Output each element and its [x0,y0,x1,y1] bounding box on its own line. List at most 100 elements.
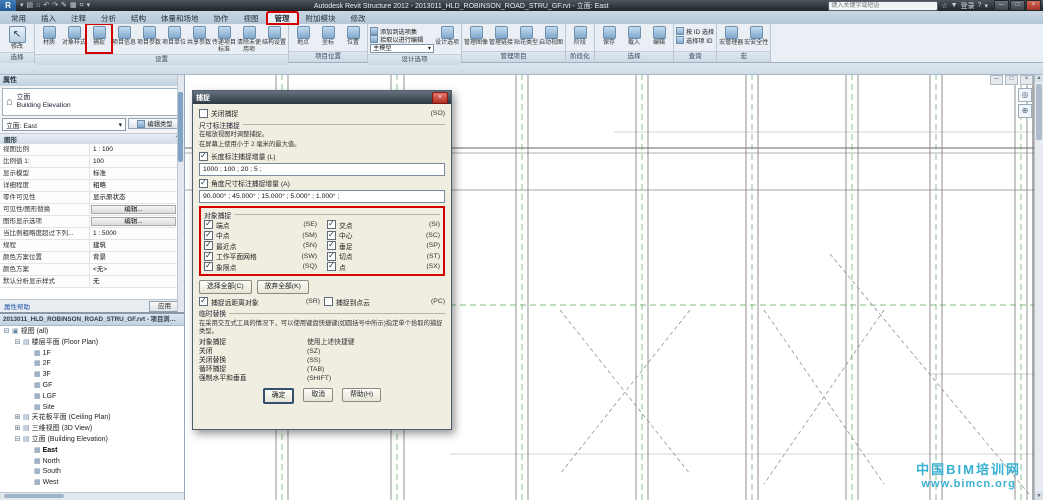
qat-icon[interactable]: ▾ [87,0,91,11]
tree-expander-icon[interactable]: ⊞ [14,424,21,435]
object-snap-option[interactable]: 象限点 (SQ) [204,262,317,272]
macro-button[interactable]: 宏管理器 [719,25,743,47]
tree-item[interactable]: ▦ North [0,457,184,468]
dialog-close-icon[interactable]: × [432,92,448,104]
scroll-up-icon[interactable]: ▲ [1035,74,1043,82]
view-minimize-button[interactable]: ─ [990,75,1003,85]
cancel-button[interactable]: 取消 [303,388,333,402]
type-selector[interactable]: ⌂ 立面 Building Elevation [2,88,182,116]
apply-button[interactable]: 应用 [149,301,180,312]
object-snap-option[interactable]: 最近点 (SN) [204,241,317,251]
help-button[interactable]: 帮助(H) [342,388,381,402]
ribbon-location-button[interactable]: 地点 [291,25,315,47]
revit-logo[interactable]: R [0,0,16,11]
tree-item[interactable]: ▦ Site [0,403,184,414]
tree-item[interactable]: ▦ East [0,446,184,457]
ribbon-settings-button[interactable]: 对象样式 [62,25,86,47]
ribbon-manage-button[interactable]: 管理图像 [464,25,488,47]
object-snap-option[interactable]: 端点 (SE) [204,220,317,230]
edit-type-button[interactable]: 编辑类型 [128,118,182,129]
qat-icon[interactable]: ⌂ [36,0,40,11]
view-restore-button[interactable]: □ [1005,75,1018,85]
panel-label-inquiry[interactable]: 查询 [674,51,716,62]
inquiry-row-button[interactable]: 选择项 ID [676,36,714,44]
object-snap-checkbox[interactable] [204,262,213,271]
snaps-off-checkbox[interactable] [199,109,208,118]
property-row[interactable]: 图形显示选项 编辑... [0,216,184,228]
panel-label-select[interactable]: 选择 [0,52,34,63]
modify-button[interactable]: ↖ 修改 [2,25,32,51]
ribbon-location-button[interactable]: 位置 [341,25,365,47]
scrollbar-thumb[interactable] [1036,84,1042,140]
qat-icon[interactable]: ↷ [52,0,58,11]
object-snap-option[interactable]: 点 (SX) [327,262,440,272]
help-search-input[interactable] [828,1,938,11]
ribbon-tab[interactable]: 结构 [124,13,153,24]
panel-label-manage-project[interactable]: 管理项目 [462,51,565,62]
property-row[interactable]: 规程 建筑 [0,240,184,252]
object-snap-option[interactable]: 中心 (SC) [327,231,440,241]
ribbon-tab[interactable]: 体量和场地 [154,13,206,24]
help-caret-icon[interactable]: ▾ [984,2,988,10]
phasing-button[interactable]: 阶段 [568,25,592,47]
properties-scrollbar[interactable] [177,74,184,312]
browser-scrollbar-thumb[interactable] [4,494,64,498]
ribbon-settings-button[interactable]: 共享参数 [187,25,211,47]
panel-label-settings[interactable]: 设置 [35,54,288,65]
ribbon-tab[interactable]: 视图 [237,13,266,24]
property-row[interactable]: 默认分析显示样式 无 [0,276,184,288]
tree-item[interactable]: ▦ 1F [0,349,184,360]
property-row[interactable]: 显示模型 标准 [0,168,184,180]
snap-remote-objects[interactable]: 捕捉远距离对象 (SR) [199,297,320,307]
communication-center-icon[interactable]: ▼ [951,2,958,9]
check-all-button[interactable]: 选择全部(C) [199,280,252,294]
project-browser-title[interactable]: 2013011_HLD_ROBINSON_ROAD_STRU_GF.rvt - … [0,314,184,326]
tree-item[interactable]: ▦ LGF [0,392,184,403]
help-icon[interactable]: ? [978,2,982,9]
tree-item[interactable]: ⊟ ▤ 立面 (Building Elevation) [0,435,184,446]
panel-label-phasing[interactable]: 阶段化 [566,51,594,62]
properties-scrollbar-thumb[interactable] [178,92,183,162]
object-snap-checkbox[interactable] [204,220,213,229]
ribbon-settings-button[interactable]: 项目单位 [162,25,186,47]
qat-icon[interactable]: ↶ [43,0,49,11]
zoom-icon[interactable]: ⊕ [1018,104,1032,118]
tree-expander-icon[interactable]: ⊟ [3,327,10,338]
length-snap-row[interactable]: 长度标注捕捉增量 (L) [199,151,445,161]
tree-expander-icon[interactable]: ⊞ [14,413,21,424]
steering-wheel-icon[interactable]: ◎ [1018,88,1032,102]
object-snap-checkbox[interactable] [204,241,213,250]
length-snap-checkbox[interactable] [199,152,208,161]
ribbon-manage-button[interactable]: 启动视图 [539,25,563,47]
tree-expander-icon[interactable]: ⊟ [14,338,21,349]
ribbon-settings-button[interactable]: 传递项目标准 [212,25,236,53]
ribbon-tab[interactable]: 管理 [267,12,298,24]
property-row[interactable]: 比例值 1: 100 [0,156,184,168]
property-row[interactable]: 颜色方案 <无> [0,264,184,276]
ribbon-tab[interactable]: 常用 [4,13,33,24]
property-row[interactable]: 详细程度 粗略 [0,180,184,192]
object-snap-checkbox[interactable] [327,262,336,271]
property-row[interactable]: 可见性/图形替换 编辑... [0,204,184,216]
snap-remote-checkbox[interactable] [199,297,208,306]
signin-label[interactable]: 登录 [961,1,975,11]
tree-item[interactable]: ▦ 3F [0,370,184,381]
object-snap-option[interactable]: 切点 (ST) [327,252,440,262]
properties-help-link[interactable]: 属性帮助 [4,301,30,311]
ribbon-tab[interactable]: 分析 [94,13,123,24]
object-snap-option[interactable]: 交点 (SI) [327,220,440,230]
object-snap-checkbox[interactable] [327,220,336,229]
maximize-button[interactable]: □ [1010,0,1025,11]
close-button[interactable]: × [1026,0,1041,11]
property-row[interactable]: 颜色方案位置 背景 [0,252,184,264]
ribbon-settings-button[interactable]: 捕捉 [87,25,111,52]
snaps-off-row[interactable]: 关闭捕捉 (SO) [199,108,445,118]
property-row[interactable]: 视图比例 1 : 100 [0,144,184,156]
ribbon-manage-button[interactable]: 管理链接 [489,25,513,47]
tree-item[interactable]: ▦ West [0,478,184,489]
qat-icon[interactable]: ▾ [20,0,24,11]
selection-button[interactable]: 保存 [597,25,621,47]
object-snap-checkbox[interactable] [204,231,213,240]
ribbon-tab[interactable]: 修改 [344,13,373,24]
vertical-scrollbar[interactable]: ▲ ▼ [1034,74,1043,500]
